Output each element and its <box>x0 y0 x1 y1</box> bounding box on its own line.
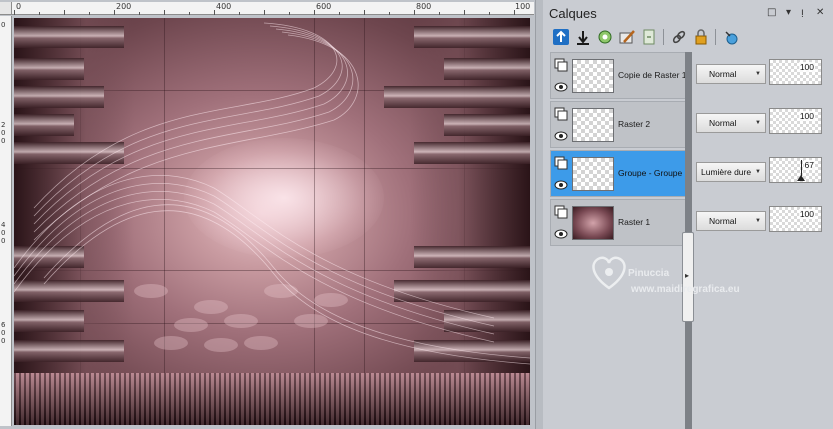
opacity-slider[interactable]: 100 <box>769 206 822 232</box>
opacity-marker-line <box>801 160 802 176</box>
blend-mode-value: Normal <box>709 216 737 226</box>
document-image[interactable] <box>14 18 530 425</box>
blend-mode-value: Lumière dure <box>701 167 752 177</box>
restore-icon[interactable]: □ <box>767 7 776 18</box>
opacity-slider[interactable]: 100 <box>769 59 822 85</box>
ruler-label: 100 <box>515 2 531 11</box>
panel-title: Calques <box>549 6 597 21</box>
layer-name: Copie de Raster 1 <box>618 70 687 80</box>
watermark-url: www.maidiregrafica.eu <box>631 284 740 295</box>
blend-mode-select[interactable]: Normal ▼ <box>696 64 766 84</box>
new-raster-layer-icon[interactable] <box>551 27 571 47</box>
horizontal-ruler: 0 200 400 600 800 100 <box>12 2 534 15</box>
swirl-lines <box>14 22 530 365</box>
close-icon[interactable]: ✕ <box>816 7 824 18</box>
layers-toolbar <box>549 27 829 49</box>
ruler-label: 0 <box>1 229 6 237</box>
chevron-down-icon: ▼ <box>755 120 761 126</box>
blend-mode-select[interactable]: Lumière dure ▼ <box>696 162 766 182</box>
blend-mode-value: Normal <box>709 69 737 79</box>
ruler-label: 0 <box>1 21 6 29</box>
ruler-label: 2 <box>1 121 6 129</box>
layers-panel: Calques □ ▾ ᴉ ✕ Copie de Raster 1 Raster… <box>543 0 833 429</box>
layer-name: Raster 1 <box>618 217 651 227</box>
chevron-down-icon: ▼ <box>755 218 761 224</box>
chevron-down-icon[interactable]: ▾ <box>786 7 791 18</box>
ruler-label: 200 <box>116 2 132 11</box>
blend-mode-select[interactable]: Normal ▼ <box>696 113 766 133</box>
opacity-slider[interactable]: 67 <box>769 157 822 183</box>
layer-row-copie-raster-1[interactable]: Copie de Raster 1 <box>550 52 687 99</box>
watermark-name: Pinuccia <box>628 268 670 279</box>
ruler-label: 0 <box>16 2 22 11</box>
layer-thumbnail <box>572 157 614 191</box>
layer-row-raster-2[interactable]: Raster 2 <box>550 101 686 148</box>
opacity-value: 100 <box>798 62 815 72</box>
opacity-slider[interactable]: 100 <box>769 108 822 134</box>
layer-type-icon <box>554 205 568 219</box>
layer-props-row: Lumière dure ▼ 67 <box>693 150 833 197</box>
heart-logo-icon <box>592 256 626 290</box>
blend-mode-select[interactable]: Normal ▼ <box>696 211 766 231</box>
layer-row-raster-1[interactable]: Raster 1 <box>550 199 686 246</box>
opacity-value: 100 <box>798 111 815 121</box>
canvas-area[interactable]: 0 200 400 600 800 100 0 2 0 0 4 0 0 6 0 … <box>0 0 535 429</box>
layer-props-row: Normal ▼ 100 <box>693 101 833 148</box>
blend-mode-value: Normal <box>709 118 737 128</box>
ruler-label: 0 <box>1 137 6 145</box>
ruler-label: 600 <box>316 2 332 11</box>
watermark: Pinuccia www.maidiregrafica.eu <box>568 250 788 300</box>
opacity-value: 67 <box>803 160 815 170</box>
layer-type-icon <box>554 58 568 72</box>
layer-name: Raster 2 <box>618 119 651 129</box>
link-icon[interactable] <box>669 27 689 47</box>
ruler-label: 0 <box>1 337 6 345</box>
chevron-down-icon: ▼ <box>755 71 761 77</box>
layer-name: Groupe - Groupe <box>618 168 683 178</box>
ruler-label: 800 <box>416 2 432 11</box>
layer-thumbnail <box>572 206 614 240</box>
opacity-value: 100 <box>798 209 815 219</box>
ruler-label: 4 <box>1 221 6 229</box>
ruler-label: 0 <box>1 237 6 245</box>
layer-row-groupe[interactable]: Groupe - Groupe <box>550 150 686 197</box>
ruler-label: 6 <box>1 321 6 329</box>
pin-icon[interactable]: ᴉ <box>801 7 804 18</box>
layer-properties-icon[interactable] <box>617 27 637 47</box>
ruler-corner <box>0 2 12 15</box>
eye-icon[interactable] <box>554 178 568 192</box>
layer-properties: Normal ▼ 100 Normal ▼ 100 Lumière dure ▼ 67… <box>693 52 833 247</box>
layer-type-icon <box>554 107 568 121</box>
delete-icon[interactable] <box>721 27 741 47</box>
layer-thumbnail <box>572 108 614 142</box>
layer-props-row: Normal ▼ 100 <box>693 199 833 246</box>
lock-icon[interactable] <box>691 27 711 47</box>
ruler-label: 0 <box>1 129 6 137</box>
layer-props-row: Normal ▼ 100 <box>693 52 833 99</box>
new-vector-layer-icon[interactable] <box>573 27 593 47</box>
vertical-ruler: 0 2 0 0 4 0 0 6 0 0 <box>0 16 12 426</box>
app-window: 0 200 400 600 800 100 0 2 0 0 4 0 0 6 0 … <box>0 0 833 429</box>
promote-icon[interactable] <box>639 27 659 47</box>
new-mask-layer-icon[interactable] <box>595 27 615 47</box>
eye-icon[interactable] <box>554 129 568 143</box>
ruler-label: 0 <box>1 329 6 337</box>
layer-list: Copie de Raster 1 Raster 2 Groupe - Grou… <box>550 52 687 247</box>
opacity-marker[interactable] <box>797 175 805 181</box>
chevron-down-icon: ▼ <box>755 169 761 175</box>
panel-splitter[interactable] <box>535 0 543 429</box>
eye-icon[interactable] <box>554 227 568 241</box>
layer-thumbnail <box>572 59 614 93</box>
layer-type-icon <box>554 156 568 170</box>
panel-scrollbar[interactable]: ▸ <box>682 52 694 429</box>
ruler-label: 400 <box>216 2 232 11</box>
eye-icon[interactable] <box>554 80 568 94</box>
